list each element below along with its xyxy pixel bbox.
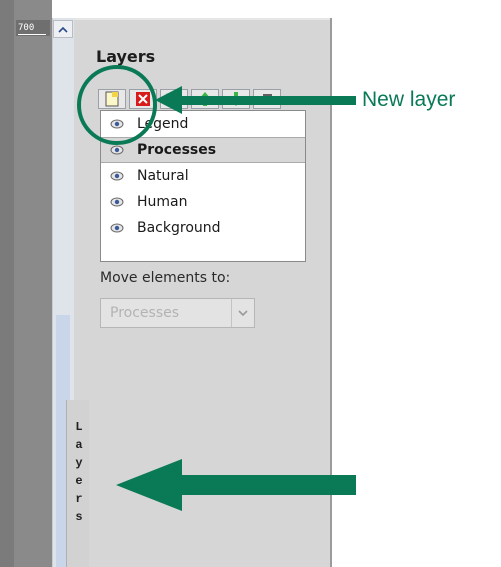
new-layer-arrow (155, 86, 356, 114)
annotation-arrows (116, 86, 356, 511)
new-layer-callout-label: New layer (362, 88, 456, 111)
layers-tab-arrow (116, 459, 356, 511)
